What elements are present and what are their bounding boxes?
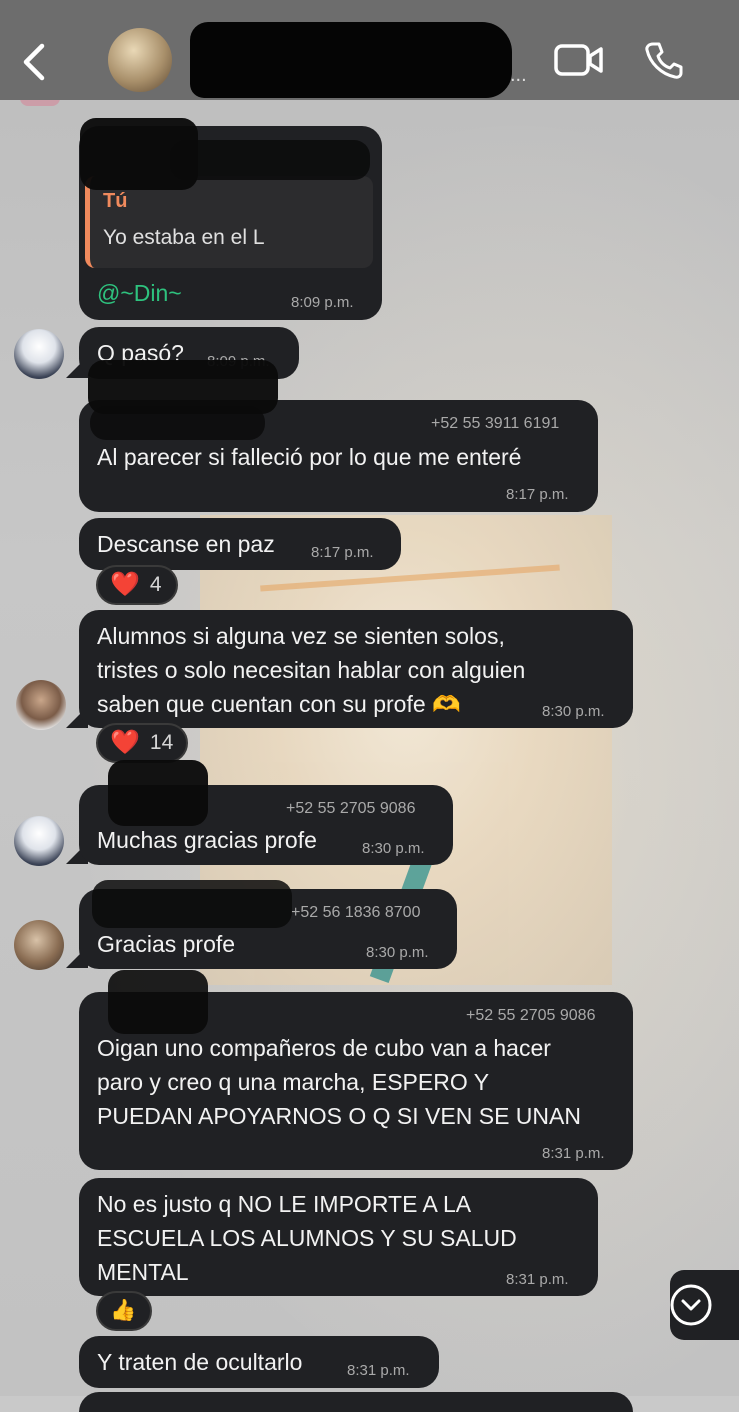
- sender-phone: +52 55 2705 9086: [286, 800, 416, 817]
- message-time: 8:31 p.m.: [347, 1362, 410, 1379]
- message-bubble[interactable]: No es justo q NO LE IMPORTE A LA ESCUELA…: [79, 1178, 598, 1296]
- sender-phone: +52 56 1836 8700: [291, 904, 421, 921]
- message-bubble[interactable]: Alumnos si alguna vez se sienten solos, …: [79, 610, 633, 728]
- video-camera-icon: [554, 44, 603, 76]
- sender-avatar[interactable]: [14, 329, 64, 379]
- message-time: 8:17 p.m.: [311, 544, 374, 561]
- message-text: Al parecer si falleció por lo que me ent…: [97, 444, 522, 470]
- voice-call-button[interactable]: [644, 40, 684, 80]
- sender-avatar[interactable]: [16, 680, 66, 730]
- message-bubble[interactable]: Descanse en paz 8:17 p.m.: [79, 518, 401, 570]
- mention-link[interactable]: @~Din~: [97, 280, 182, 307]
- message-time: 8:30 p.m.: [362, 840, 425, 857]
- reply-author: Tú: [103, 190, 128, 212]
- message-time: 8:31 p.m.: [506, 1271, 569, 1288]
- message-time: 8:30 p.m.: [366, 944, 429, 961]
- redacted-sender: [90, 406, 265, 440]
- message-time: 8:31 p.m.: [542, 1145, 605, 1162]
- reaction-badge[interactable]: ❤️ 14: [96, 723, 188, 763]
- reaction-badge[interactable]: ❤️ 4: [96, 565, 178, 605]
- heart-icon: ❤️: [110, 571, 140, 598]
- message-time: 8:17 p.m.: [506, 486, 569, 503]
- message-text: No es justo q NO LE IMPORTE A LA ESCUELA…: [97, 1191, 517, 1285]
- message-text: Oigan uno compañeros de cubo van a hacer…: [97, 1035, 581, 1129]
- back-button[interactable]: [18, 40, 52, 84]
- reaction-count: 14: [149, 731, 174, 754]
- scroll-to-bottom-button[interactable]: [670, 1270, 739, 1340]
- message-bubble[interactable]: [79, 1392, 633, 1412]
- redacted-sender: [108, 970, 208, 1034]
- phone-icon: [645, 42, 683, 79]
- message-bubble[interactable]: Y traten de ocultarlo 8:31 p.m.: [79, 1336, 439, 1388]
- message-text: Descanse en paz: [97, 531, 275, 557]
- chat-header: ...: [0, 0, 739, 100]
- message-text: Gracias profe: [97, 931, 236, 957]
- sender-phone: +52 55 2705 9086: [466, 1007, 596, 1024]
- reaction-count: 4: [149, 573, 162, 596]
- sender-phone: +52 55 3911 6191: [431, 415, 560, 432]
- message-text: Y traten de ocultarlo: [97, 1349, 303, 1375]
- redacted-sender: [108, 760, 208, 826]
- message-time: 8:30 p.m.: [542, 703, 605, 720]
- video-call-button[interactable]: [554, 42, 604, 78]
- reaction-badge[interactable]: 👍: [96, 1291, 152, 1331]
- redacted-sender: [92, 880, 292, 928]
- reply-text: Yo estaba en el L: [103, 226, 265, 249]
- redacted-chat-title[interactable]: [190, 22, 512, 98]
- chevron-down-circle-icon: [670, 1284, 712, 1326]
- message-text: Alumnos si alguna vez se sienten solos, …: [97, 623, 526, 717]
- redacted-sender: [170, 140, 370, 180]
- message-time: 8:09 p.m.: [291, 294, 354, 311]
- message-text: Muchas gracias profe: [97, 827, 317, 853]
- thumbs-up-icon: 👍: [110, 1299, 137, 1322]
- sender-avatar[interactable]: [14, 920, 64, 970]
- heart-icon: ❤️: [110, 729, 140, 756]
- chevron-left-icon: [23, 43, 45, 81]
- group-avatar[interactable]: [108, 28, 172, 92]
- title-dots: ...: [510, 64, 527, 86]
- sender-avatar[interactable]: [14, 816, 64, 866]
